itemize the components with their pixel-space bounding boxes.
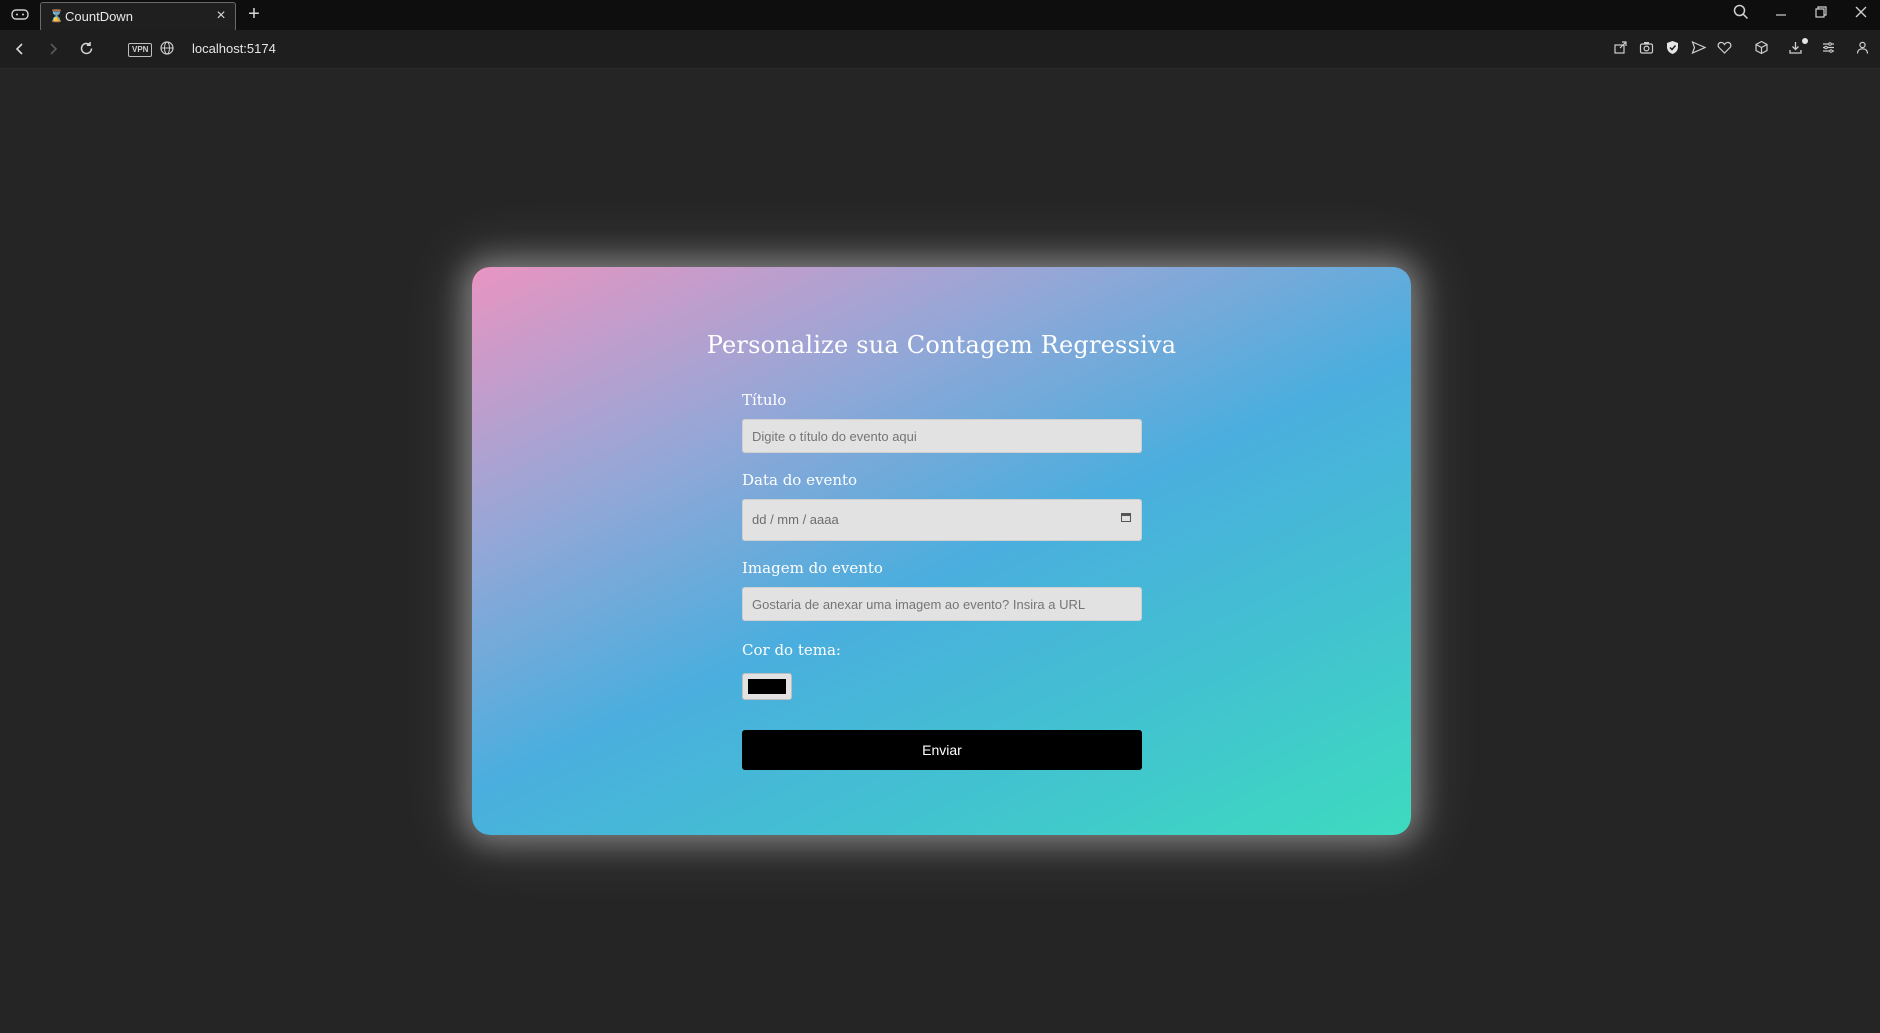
image-url-input[interactable] bbox=[742, 587, 1142, 621]
search-tabs-icon[interactable] bbox=[1728, 4, 1754, 26]
new-tab-button[interactable]: + bbox=[244, 4, 264, 24]
tab-title: CountDown bbox=[65, 9, 133, 24]
countdown-form-card: Personalize sua Contagem Regressiva Títu… bbox=[472, 267, 1411, 835]
restore-icon[interactable] bbox=[1808, 4, 1834, 26]
title-input[interactable] bbox=[742, 419, 1142, 453]
globe-icon[interactable] bbox=[160, 41, 174, 55]
close-window-icon[interactable] bbox=[1848, 4, 1874, 26]
download-icon[interactable] bbox=[1786, 40, 1804, 58]
cube-icon[interactable] bbox=[1752, 40, 1770, 58]
theme-color-label: Cor do tema: bbox=[742, 641, 841, 659]
date-input[interactable]: dd / mm / aaaa bbox=[742, 499, 1142, 541]
heart-icon[interactable] bbox=[1715, 40, 1733, 58]
forward-arrow-icon[interactable] bbox=[42, 39, 64, 61]
vpn-badge[interactable]: VPN bbox=[128, 43, 153, 57]
color-swatch-fill bbox=[748, 679, 786, 694]
browser-toolbar: VPN localhost:5174 bbox=[0, 30, 1880, 69]
reload-icon[interactable] bbox=[75, 39, 97, 61]
browser-tab-active[interactable]: ⌛ CountDown × bbox=[40, 2, 236, 30]
address-bar[interactable]: localhost:5174 bbox=[192, 41, 276, 57]
page-viewport: Personalize sua Contagem Regressiva Títu… bbox=[0, 69, 1880, 1033]
browser-tab-bar: ⌛ CountDown × + bbox=[0, 0, 1880, 30]
minimize-icon[interactable] bbox=[1768, 4, 1794, 26]
submit-button[interactable]: Enviar bbox=[742, 730, 1142, 770]
calendar-icon[interactable] bbox=[1121, 513, 1131, 522]
close-tab-icon[interactable]: × bbox=[213, 8, 229, 24]
image-label: Imagem do evento bbox=[742, 559, 883, 577]
share-icon[interactable] bbox=[1611, 40, 1629, 58]
theme-color-picker[interactable] bbox=[742, 673, 792, 700]
shield-icon[interactable] bbox=[1663, 40, 1681, 58]
hourglass-icon: ⌛ bbox=[49, 9, 64, 23]
back-arrow-icon[interactable] bbox=[9, 39, 31, 61]
download-notification-dot bbox=[1802, 38, 1808, 44]
gamepad-icon[interactable] bbox=[10, 7, 30, 23]
settings-sliders-icon[interactable] bbox=[1819, 40, 1837, 58]
form-heading: Personalize sua Contagem Regressiva bbox=[706, 331, 1177, 359]
profile-icon[interactable] bbox=[1853, 40, 1871, 58]
date-label: Data do evento bbox=[742, 471, 858, 489]
title-label: Título bbox=[742, 391, 787, 409]
send-icon[interactable] bbox=[1689, 40, 1707, 58]
date-placeholder: dd / mm / aaaa bbox=[752, 512, 839, 527]
camera-icon[interactable] bbox=[1637, 40, 1655, 58]
